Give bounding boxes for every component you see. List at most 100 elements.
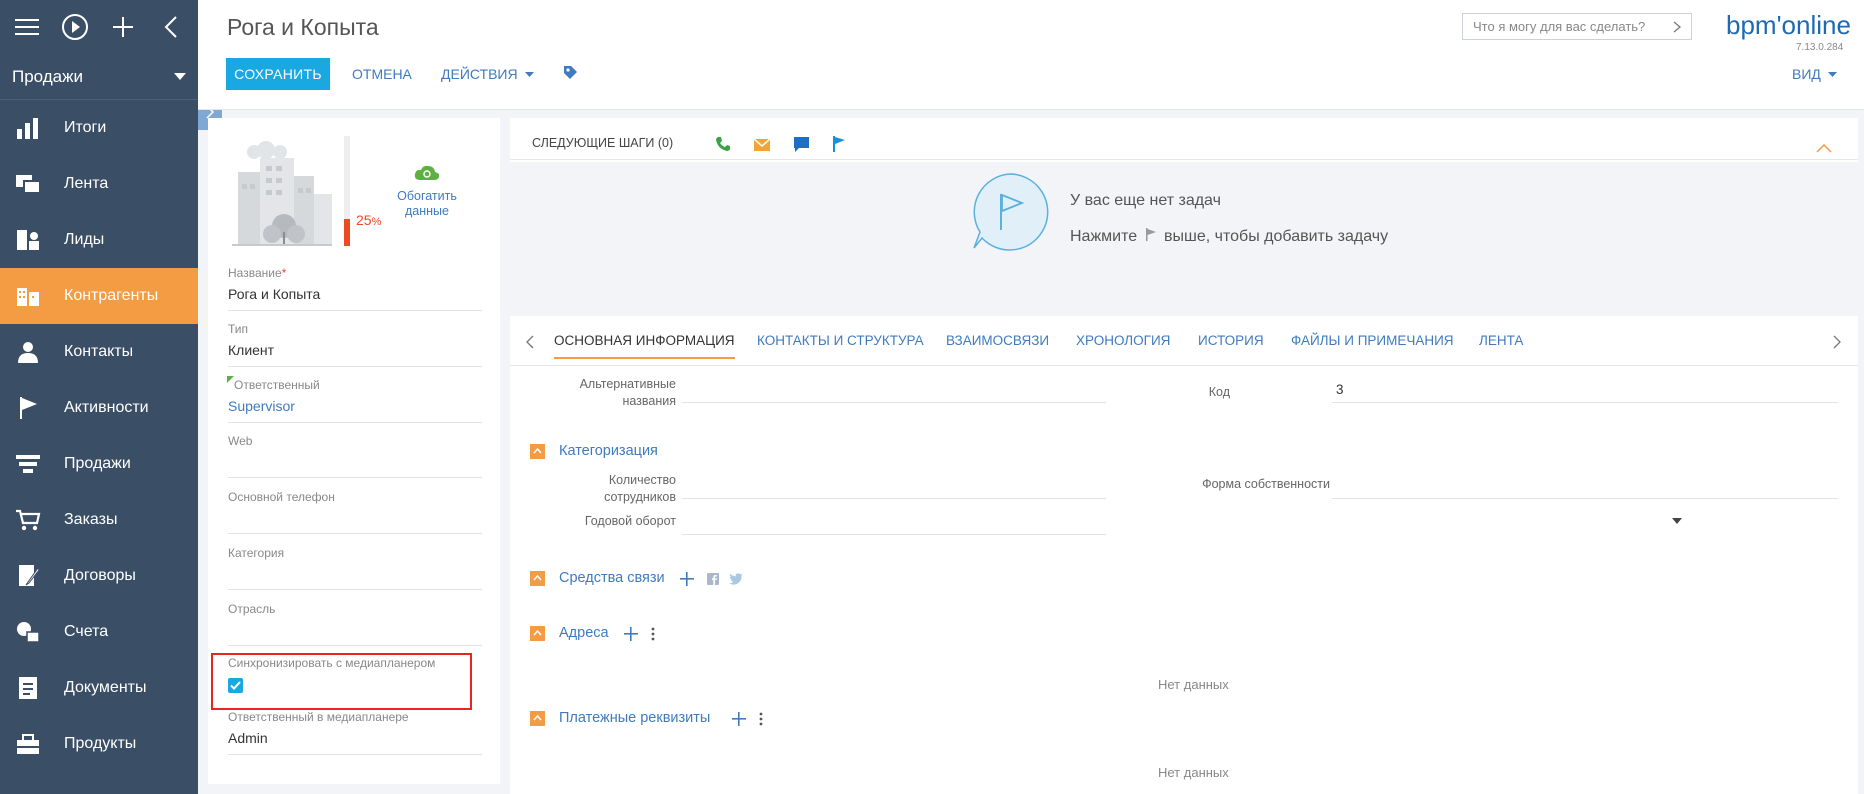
sidebar-item-products[interactable]: Продукты [0, 716, 198, 772]
sidebar-item-label: Заказы [64, 511, 118, 528]
tab-contacts-structure[interactable]: КОНТАКТЫ И СТРУКТУРА [757, 333, 924, 348]
addresses-collapse-button[interactable] [530, 625, 545, 641]
facebook-icon[interactable] [707, 573, 719, 585]
owner-value[interactable]: Supervisor [228, 398, 482, 423]
payment-details-menu-icon[interactable] [759, 712, 763, 726]
add-communication-button[interactable] [680, 572, 694, 586]
sidebar-item-feed[interactable]: Лента [0, 156, 198, 212]
menu-button[interactable] [10, 10, 44, 44]
industry-field[interactable]: Отрасль [228, 602, 482, 646]
tabs-bar: ОСНОВНАЯ ИНФОРМАЦИЯ КОНТАКТЫ И СТРУКТУРА… [510, 316, 1858, 366]
enrich-data-button[interactable]: Обогатить данные [394, 164, 460, 219]
annual-revenue-select[interactable] [682, 534, 1106, 535]
caret-down-icon[interactable] [1672, 518, 1682, 524]
code-value[interactable]: 3 [1336, 382, 1344, 397]
industry-label: Отрасль [228, 602, 276, 616]
name-label: Название [228, 266, 282, 280]
save-button[interactable]: СОХРАНИТЬ [226, 58, 330, 90]
owner-field[interactable]: Ответственный Supervisor [227, 376, 482, 423]
mediaplanner-owner-field[interactable]: Ответственный в медиапланере Admin [228, 710, 482, 755]
employees-input[interactable] [682, 498, 1106, 499]
sidebar-item-dashboards[interactable]: Итоги [0, 100, 198, 156]
sidebar-item-invoices[interactable]: Счета [0, 604, 198, 660]
workplace-select[interactable]: Продажи [0, 54, 198, 100]
industry-value[interactable] [228, 622, 482, 646]
twitter-icon[interactable] [729, 573, 743, 585]
add-message-button[interactable] [794, 137, 809, 157]
phone-icon [716, 137, 730, 151]
payment-details-group-header[interactable]: Платежные реквизиты [530, 710, 710, 726]
tabs-scroll-left-button[interactable] [526, 335, 534, 354]
sidebar-item-orders[interactable]: Заказы [0, 492, 198, 548]
add-payment-details-button[interactable] [732, 712, 746, 726]
categorization-group-header[interactable]: Категоризация [530, 443, 658, 459]
tab-attachments-notes[interactable]: ФАЙЛЫ И ПРИМЕЧАНИЯ [1291, 333, 1454, 348]
contract-icon [19, 565, 40, 586]
addresses-menu-icon[interactable] [651, 627, 655, 641]
add-button[interactable] [106, 10, 140, 44]
invoice-icon [17, 622, 40, 643]
sidebar-item-contacts[interactable]: Контакты [0, 324, 198, 380]
sidebar-item-leads[interactable]: Лиды [0, 212, 198, 268]
payment-details-title: Платежные реквизиты [559, 710, 711, 726]
category-value[interactable] [228, 566, 482, 590]
tab-relationships[interactable]: ВЗАИМОСВЯЗИ [946, 333, 1049, 348]
collapse-next-steps-button[interactable] [1816, 140, 1832, 158]
process-button[interactable] [58, 10, 92, 44]
communication-collapse-button[interactable] [530, 570, 545, 586]
next-steps-header: СЛЕДУЮЩИЕ ШАГИ (0) [510, 118, 1858, 160]
alternative-names-input[interactable] [682, 402, 1106, 403]
web-field[interactable]: Web [228, 434, 482, 478]
required-marker: * [281, 266, 287, 280]
add-task-button[interactable] [832, 136, 846, 157]
sidebar-topbar [0, 0, 198, 54]
tab-timeline[interactable]: ХРОНОЛОГИЯ [1076, 333, 1170, 348]
type-value[interactable]: Клиент [228, 342, 482, 367]
sidebar-item-documents[interactable]: Документы [0, 660, 198, 716]
sidebar-item-activities[interactable]: Активности [0, 380, 198, 436]
sidebar-item-label: Лента [64, 175, 109, 192]
communication-group-header[interactable]: Средства связи [530, 570, 665, 586]
employees-label-line2: сотрудников [604, 490, 676, 504]
cancel-button[interactable]: ОТМЕНА [352, 66, 412, 82]
next-steps-title: СЛЕДУЮЩИЕ ШАГИ (0) [532, 136, 674, 150]
addresses-group-header[interactable]: Адреса [530, 625, 609, 641]
completeness-gauge[interactable] [344, 136, 350, 246]
brand-logo: bpm'online [1726, 10, 1851, 40]
tab-history[interactable]: ИСТОРИЯ [1198, 333, 1264, 348]
tab-feed[interactable]: ЛЕНТА [1479, 333, 1523, 348]
name-field[interactable]: Название* Рога и Копыта [228, 266, 482, 311]
tab-main-info[interactable]: ОСНОВНАЯ ИНФОРМАЦИЯ [554, 333, 735, 359]
mediaplanner-owner-value[interactable]: Admin [228, 730, 482, 755]
categorization-collapse-button[interactable] [530, 443, 545, 459]
sidebar-item-label: Счета [64, 623, 109, 640]
phone-field[interactable]: Основной телефон [228, 490, 482, 534]
add-address-button[interactable] [624, 627, 638, 641]
payment-details-collapse-button[interactable] [530, 710, 545, 726]
name-value[interactable]: Рога и Копыта [228, 286, 482, 311]
sidebar-item-contracts[interactable]: Договоры [0, 548, 198, 604]
sidebar-item-label: Договоры [64, 567, 136, 584]
web-value[interactable] [228, 454, 482, 478]
sidebar-item-opportunities[interactable]: Продажи [0, 436, 198, 492]
view-button[interactable]: ВИД [1792, 66, 1837, 82]
add-email-button[interactable] [753, 138, 771, 156]
leads-icon [17, 230, 39, 250]
communication-title: Средства связи [559, 570, 665, 586]
email-icon [753, 138, 771, 151]
category-field[interactable]: Категория [228, 546, 482, 590]
phone-value[interactable] [228, 510, 482, 534]
sidebar-item-label: Контрагенты [64, 287, 159, 304]
tags-button[interactable] [562, 64, 578, 83]
actions-button[interactable]: ДЕЙСТВИЯ [441, 66, 535, 82]
addresses-no-data: Нет данных [1158, 677, 1229, 692]
sidebar-item-label: Лиды [64, 231, 105, 248]
add-call-button[interactable] [715, 136, 731, 157]
back-button[interactable] [154, 10, 188, 44]
ownership-input[interactable] [1332, 498, 1838, 499]
command-line-input[interactable]: Что я могу для вас сделать? [1462, 13, 1692, 40]
tabs-scroll-right-button[interactable] [1833, 335, 1841, 354]
type-field[interactable]: Тип Клиент [228, 322, 482, 367]
sidebar-item-accounts[interactable]: Контрагенты [0, 268, 198, 324]
document-icon [19, 677, 37, 699]
